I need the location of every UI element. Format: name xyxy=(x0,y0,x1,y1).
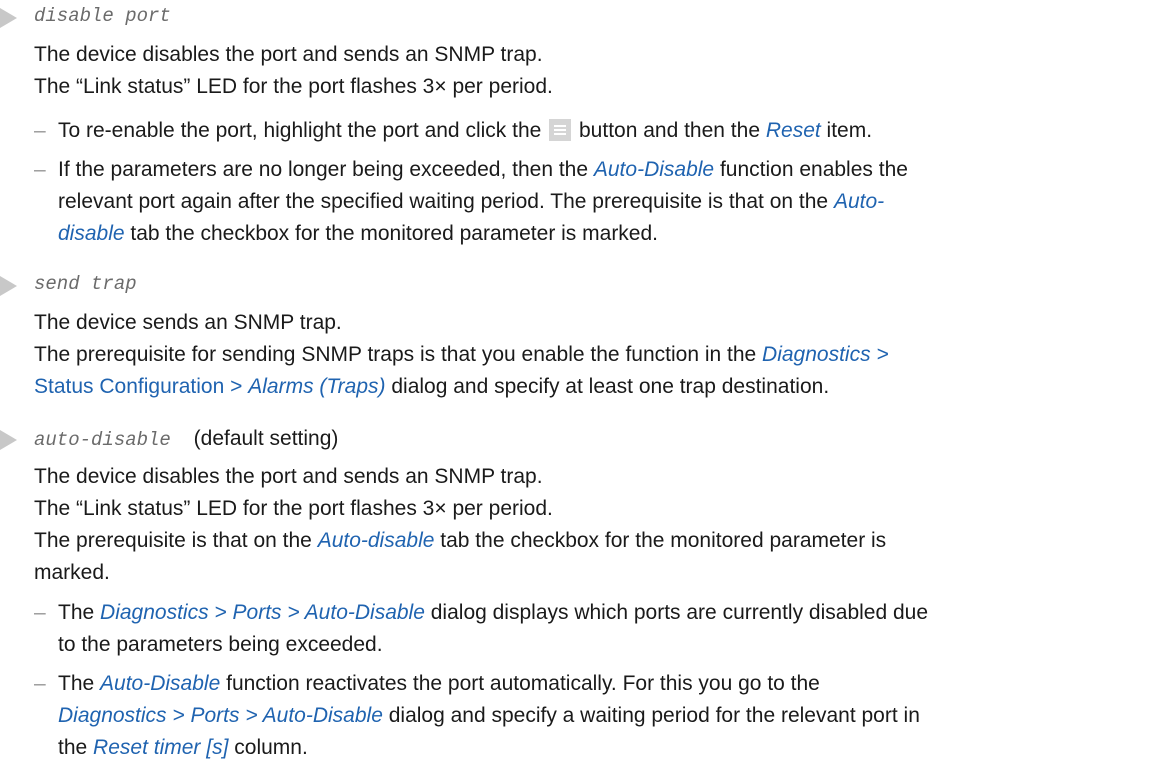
desc-line: marked. xyxy=(34,561,110,584)
default-note: (default setting) xyxy=(193,427,339,450)
sub-item-cont: Diagnostics > Ports > Auto-Disable dialo… xyxy=(58,704,920,727)
triangle-bullet-icon xyxy=(0,276,17,296)
ui-ref: Status Configuration > xyxy=(34,375,243,398)
sub-item: If the parameters are no longer being ex… xyxy=(58,158,908,181)
desc-line: The device sends an SNMP trap. xyxy=(34,311,342,334)
menu-button-icon xyxy=(549,119,572,141)
sub-item-cont: relevant port again after the specified … xyxy=(58,190,885,213)
ui-ref: Reset timer [s] xyxy=(93,736,229,759)
desc-line: Status Configuration > Alarms (Traps) di… xyxy=(34,375,830,398)
dash-bullet: – xyxy=(34,672,46,695)
dash-bullet: – xyxy=(34,601,46,624)
desc-line: The device disables the port and sends a… xyxy=(34,465,543,488)
ui-ref: Diagnostics > xyxy=(762,343,889,366)
sub-item-cont: to the parameters being exceeded. xyxy=(58,633,383,656)
desc-line: The prerequisite for sending SNMP traps … xyxy=(34,343,889,366)
sub-item-cont: the Reset timer [s] column. xyxy=(58,736,308,759)
option-code: disable port xyxy=(34,5,171,27)
triangle-bullet-icon xyxy=(0,8,17,28)
sub-item: The Auto-Disable function reactivates th… xyxy=(58,672,820,695)
sub-item: The Diagnostics > Ports > Auto-Disable d… xyxy=(58,601,929,624)
desc-line: The prerequisite is that on the Auto-dis… xyxy=(34,529,887,552)
ui-ref: Auto-Disable xyxy=(100,672,221,695)
ui-ref: Auto-disable xyxy=(317,529,435,552)
option-code: send trap xyxy=(34,273,137,295)
dash-bullet: – xyxy=(34,158,46,181)
option-code: auto-disable xyxy=(34,429,171,451)
dash-bullet: – xyxy=(34,119,46,142)
sub-item: To re-enable the port, highlight the por… xyxy=(58,119,873,142)
reset-item-ref: Reset xyxy=(765,119,821,142)
triangle-bullet-icon xyxy=(0,430,17,450)
ui-ref: Auto-Disable xyxy=(593,158,715,181)
desc-line: The “Link status” LED for the port flash… xyxy=(34,75,553,98)
ui-ref: Diagnostics > Ports > Auto-Disable xyxy=(100,601,425,624)
desc-line: The “Link status” LED for the port flash… xyxy=(34,497,553,520)
ui-ref: disable xyxy=(58,222,125,245)
ui-ref: Diagnostics > Ports > Auto-Disable xyxy=(58,704,383,727)
desc-line: The device disables the port and sends a… xyxy=(34,43,543,66)
sub-item-cont: disable tab the checkbox for the monitor… xyxy=(58,222,659,245)
ui-ref: Alarms (Traps) xyxy=(248,375,386,398)
ui-ref: Auto- xyxy=(833,190,885,213)
